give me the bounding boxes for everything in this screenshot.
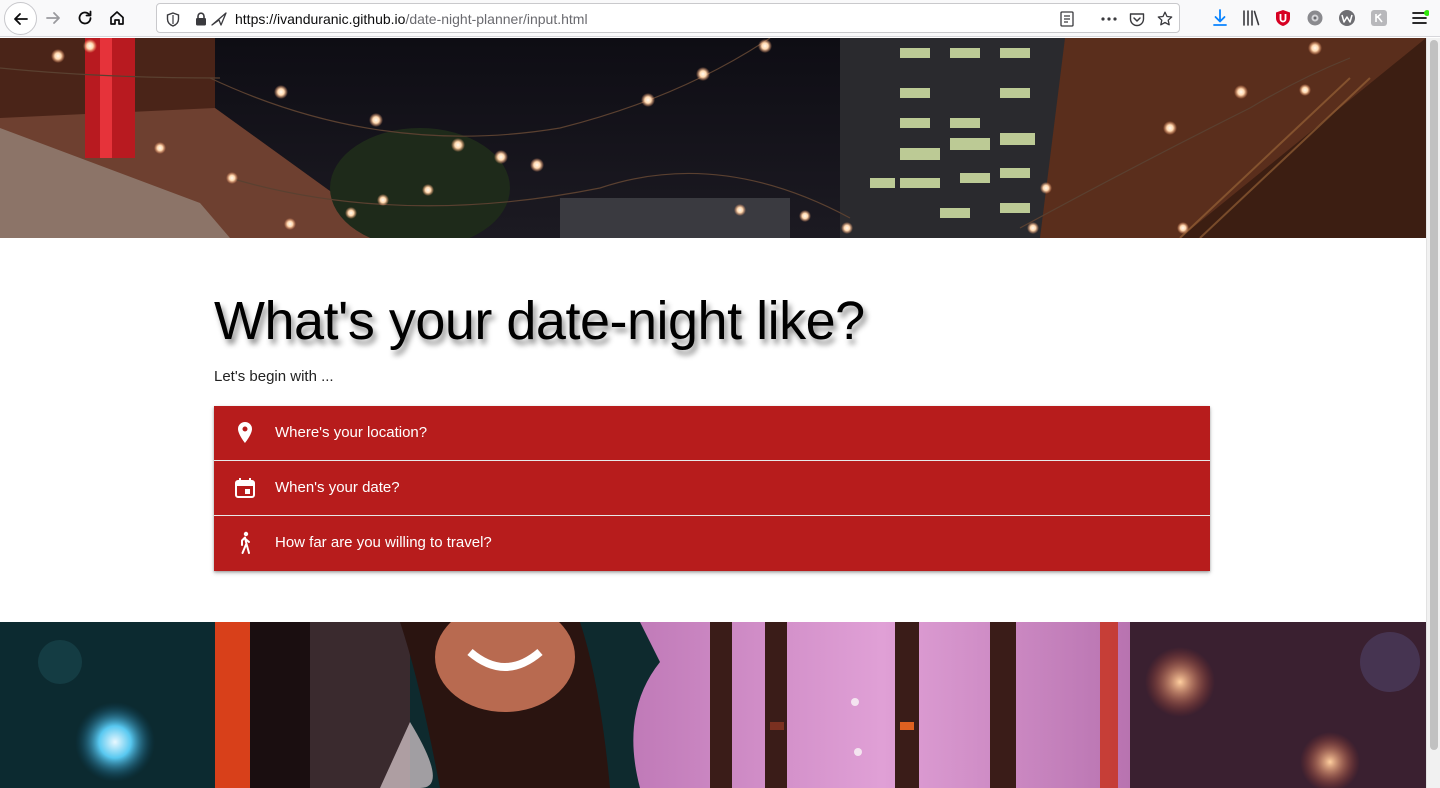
- page-content: What's your date-night like? Let's begin…: [0, 38, 1426, 788]
- extension-icon[interactable]: [1337, 8, 1357, 28]
- location-question-label: Where's your location?: [275, 424, 428, 441]
- travel-question-label: How far are you willing to travel?: [275, 534, 492, 551]
- url-text: https://ivanduranic.github.io/date-night…: [235, 11, 588, 27]
- forward-icon: [46, 12, 60, 24]
- url-bar[interactable]: https://ivanduranic.github.io/date-night…: [156, 3, 1180, 33]
- date-question[interactable]: When's your date?: [214, 461, 1210, 516]
- shield-icon[interactable]: [165, 11, 181, 27]
- location-question[interactable]: Where's your location?: [214, 406, 1210, 461]
- forward-button[interactable]: [38, 4, 68, 32]
- scrollbar-thumb[interactable]: [1430, 40, 1438, 750]
- date-question-label: When's your date?: [275, 479, 400, 496]
- browser-toolbar: https://ivanduranic.github.io/date-night…: [0, 0, 1440, 37]
- hero-image-top: [0, 38, 1426, 238]
- pocket-icon[interactable]: [1129, 11, 1145, 27]
- bookmark-star-icon[interactable]: [1157, 11, 1173, 27]
- travel-question[interactable]: How far are you willing to travel?: [214, 516, 1210, 571]
- menu-icon[interactable]: [1410, 8, 1430, 28]
- location-pin-icon: [233, 421, 257, 445]
- reload-button[interactable]: [70, 4, 100, 32]
- reload-icon: [78, 10, 92, 25]
- question-list: Where's your location? When's your date?…: [214, 406, 1210, 571]
- hero-image-bottom: [0, 622, 1426, 788]
- more-icon[interactable]: [1101, 11, 1117, 27]
- reader-view-icon[interactable]: [1059, 11, 1075, 27]
- extension-icon[interactable]: [1305, 8, 1325, 28]
- home-icon: [110, 11, 124, 25]
- url-path: /date-night-planner/input.html: [405, 11, 588, 27]
- walking-icon: [233, 531, 257, 555]
- back-button[interactable]: [4, 2, 37, 35]
- lock-icon[interactable]: [193, 11, 209, 27]
- calendar-icon: [233, 476, 257, 500]
- subtitle: Let's begin with ...: [214, 368, 334, 385]
- home-button[interactable]: [102, 4, 132, 32]
- ublock-icon[interactable]: [1273, 8, 1293, 28]
- page-scrollbar[interactable]: [1426, 38, 1440, 788]
- back-icon: [13, 12, 28, 25]
- tracking-icon[interactable]: [211, 11, 227, 27]
- extension-icon[interactable]: [1369, 8, 1389, 28]
- page-title: What's your date-night like?: [214, 291, 865, 351]
- library-icon[interactable]: [1241, 8, 1261, 28]
- download-icon[interactable]: [1210, 8, 1230, 28]
- url-host: https://ivanduranic.github.io: [235, 11, 406, 27]
